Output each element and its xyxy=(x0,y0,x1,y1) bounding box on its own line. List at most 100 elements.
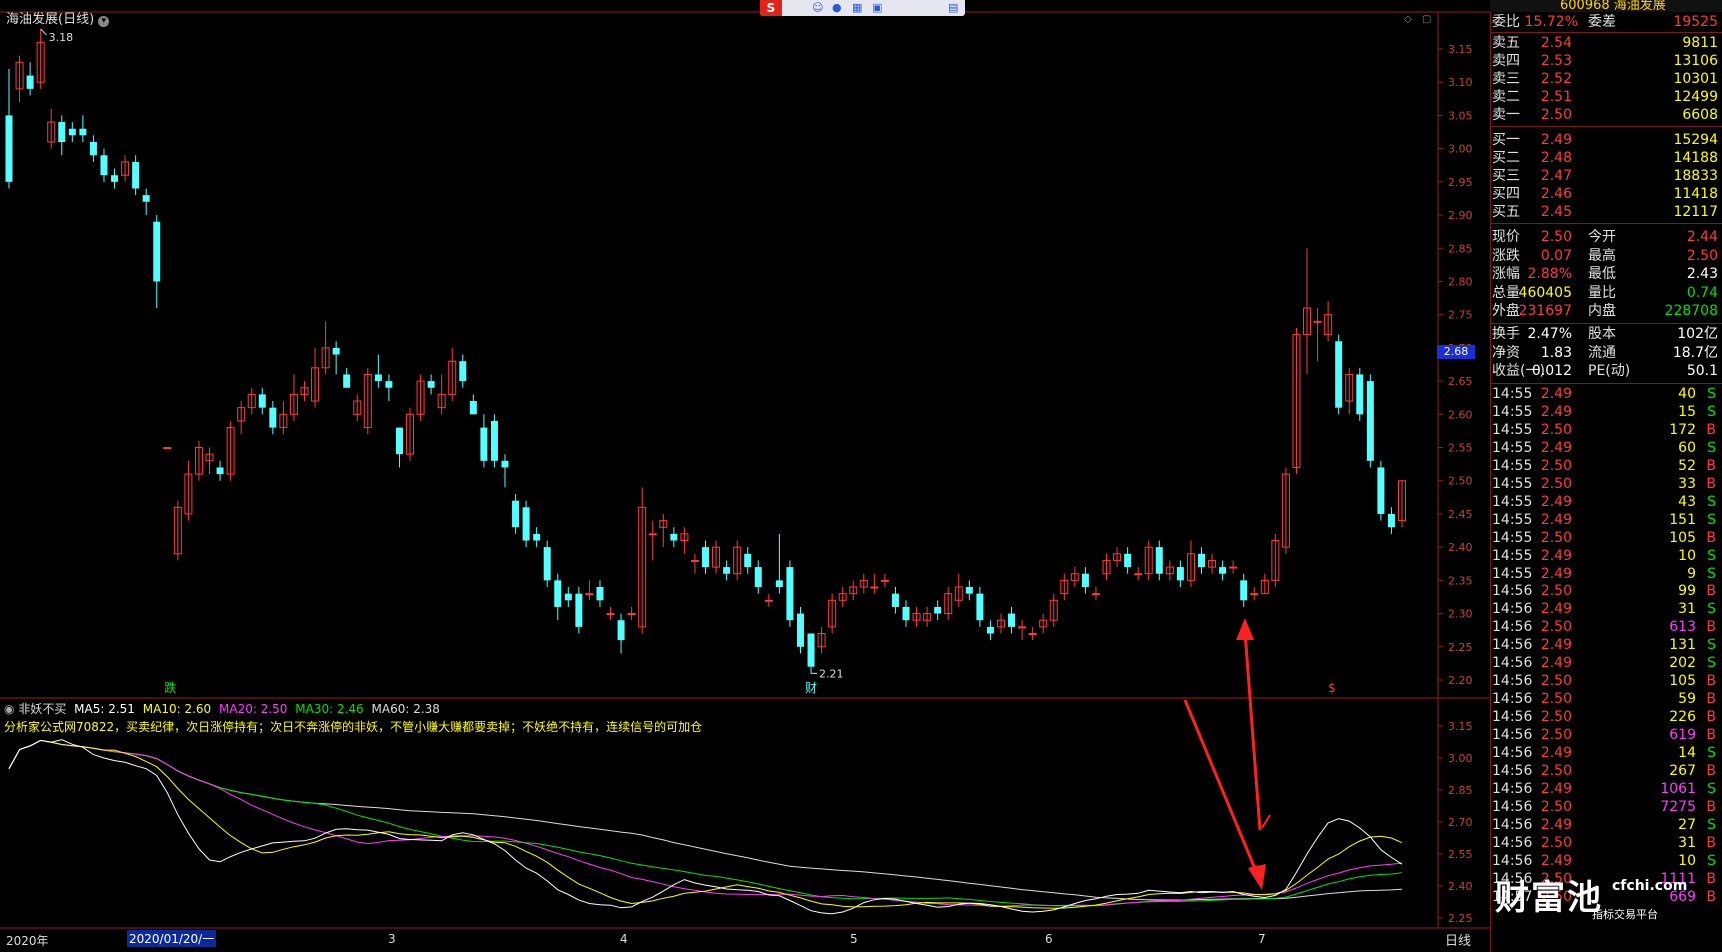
tick-price: 2.49 xyxy=(1540,386,1572,402)
ask-volume: 12499 xyxy=(1673,89,1718,105)
tick-time: 14:55 xyxy=(1492,529,1533,546)
candle-down xyxy=(1356,374,1364,415)
quote-value-2: 2.43 xyxy=(1686,266,1718,283)
candle-up xyxy=(870,586,879,589)
candle-down xyxy=(58,122,66,142)
candle-down xyxy=(807,633,815,667)
period-daily-button[interactable]: 日线 xyxy=(1445,930,1471,949)
tick-row: 14:56 2.49 31 S xyxy=(1490,600,1722,618)
candle-down xyxy=(343,374,351,388)
ask-volume: 13106 xyxy=(1673,53,1718,69)
low-marker-label: 2.21 xyxy=(819,667,844,680)
tick-time: 14:56 xyxy=(1492,655,1533,672)
tick-side: B xyxy=(1706,762,1716,779)
fundamental-value-2: 18.7亿 xyxy=(1672,344,1718,361)
tick-time: 14:56 xyxy=(1492,745,1533,761)
tick-side: B xyxy=(1706,457,1716,474)
diamond-icon[interactable]: ◇ xyxy=(1404,14,1412,25)
candle-up xyxy=(690,559,699,562)
floating-toolbar[interactable]: ☺ ● ▦ ▣ ▤ xyxy=(760,0,965,16)
tick-side: S xyxy=(1707,403,1716,420)
tick-volume: 7275 xyxy=(1660,798,1696,815)
candle-down xyxy=(934,606,942,614)
keyboard-icon[interactable]: ▦ xyxy=(852,1,862,14)
candle-down xyxy=(153,221,161,282)
fundamental-label-2: 股本 xyxy=(1588,326,1616,342)
grid-icon[interactable]: ▤ xyxy=(948,1,958,14)
candle-down xyxy=(269,407,277,428)
dropdown-icon[interactable]: ▾ xyxy=(98,16,110,27)
tick-side: B xyxy=(1706,475,1716,492)
ask-volume: 10301 xyxy=(1673,71,1718,87)
candle-down xyxy=(1124,553,1132,568)
tick-time: 14:56 xyxy=(1492,834,1533,851)
quote-row-0: 现价 2.50 今开 2.44 xyxy=(1490,228,1722,246)
tick-volume: 1061 xyxy=(1660,780,1696,797)
quote-value: 0.07 xyxy=(1540,247,1572,264)
window-icon[interactable]: ▢ xyxy=(1422,14,1431,25)
tick-time: 14:56 xyxy=(1492,673,1533,690)
tick-time: 14:55 xyxy=(1492,403,1533,420)
chart-area[interactable]: 3.15 3.10 3.05 3.00 2.95 2.90 2.85 2.80 2.75 2.70… xyxy=(0,0,1490,952)
emoji-icon[interactable]: ☺ xyxy=(812,1,823,14)
tick-side: S xyxy=(1707,637,1716,654)
price-tick-label: 2.60 xyxy=(1448,408,1473,421)
date-axis: 2020年 3 4 5 6 7 xyxy=(0,928,1490,952)
annotation-tick xyxy=(1261,814,1271,829)
tick-volume: 267 xyxy=(1669,762,1696,779)
tick-side: S xyxy=(1707,511,1716,528)
tick-time: 14:56 xyxy=(1492,637,1533,654)
candle-down xyxy=(216,467,224,475)
tick-price: 2.50 xyxy=(1540,529,1572,546)
candle-down xyxy=(702,547,709,568)
tick-row: 14:56 2.50 105 B xyxy=(1490,672,1722,690)
bid-price: 2.48 xyxy=(1540,150,1572,166)
candle-up xyxy=(1313,320,1322,323)
tick-side: B xyxy=(1706,421,1716,438)
tick-row: 14:56 2.50 267 B xyxy=(1490,762,1722,780)
ask-row-3: 卖三 2.52 10301 xyxy=(1490,70,1722,88)
weicha-label: 委差 xyxy=(1588,14,1616,30)
fundamental-value: 1.83 xyxy=(1540,344,1572,361)
input-method-logo-icon[interactable]: S xyxy=(760,0,782,16)
indicator-tick-label: 2.70 xyxy=(1448,816,1473,829)
price-tick-label: 2.45 xyxy=(1448,508,1473,521)
fundamental-label-2: PE(动) xyxy=(1588,363,1631,380)
quote-label: 现价 xyxy=(1492,229,1520,245)
candle-down xyxy=(142,195,150,202)
tick-row: 14:55 2.49 10 S xyxy=(1490,547,1722,565)
tick-volume: 14 xyxy=(1678,745,1696,761)
chart-canvas[interactable]: 3.15 3.10 3.05 3.00 2.95 2.90 2.85 2.80 2.75 2.70… xyxy=(0,0,1490,952)
price-tick-label: 2.30 xyxy=(1448,608,1473,621)
indicator-toggle-icon[interactable]: ◉ xyxy=(4,702,14,716)
indicator-name[interactable]: 非妖不买 xyxy=(18,702,66,716)
price-tick-label: 3.05 xyxy=(1448,109,1473,122)
ma20-line xyxy=(8,739,1403,907)
tick-price: 2.49 xyxy=(1540,511,1572,528)
bid-price: 2.49 xyxy=(1540,132,1572,148)
tick-price: 2.50 xyxy=(1540,619,1572,636)
tick-side: B xyxy=(1706,673,1716,690)
watermark-subtitle: 指标交易平台 xyxy=(1592,908,1658,921)
candle-down xyxy=(1081,573,1089,588)
bid-price: 2.45 xyxy=(1540,204,1572,220)
candle-down xyxy=(891,593,899,607)
quote-value: 2.88% xyxy=(1527,266,1572,283)
tick-price: 2.49 xyxy=(1540,439,1572,456)
price-tick-label: 2.80 xyxy=(1448,275,1473,288)
tick-volume: 151 xyxy=(1669,511,1696,528)
bid-label: 买四 xyxy=(1492,186,1520,202)
annotation-arrow-down xyxy=(1183,699,1260,877)
shirt-icon[interactable]: ▣ xyxy=(872,1,882,14)
ma30-line xyxy=(8,739,1403,907)
candle-up xyxy=(1028,633,1037,636)
tag-die: 跌 xyxy=(164,680,176,695)
mic-icon[interactable]: ● xyxy=(832,1,842,14)
tick-volume: 9 xyxy=(1687,565,1696,582)
watermark-logo: 财富池 xyxy=(1495,878,1603,918)
bid-volume: 18833 xyxy=(1673,168,1718,184)
fundamental-value-2: 102亿 xyxy=(1677,326,1718,342)
tick-row: 14:55 2.50 52 B xyxy=(1490,457,1722,475)
tick-side: B xyxy=(1706,888,1716,905)
tick-side: S xyxy=(1707,547,1716,564)
